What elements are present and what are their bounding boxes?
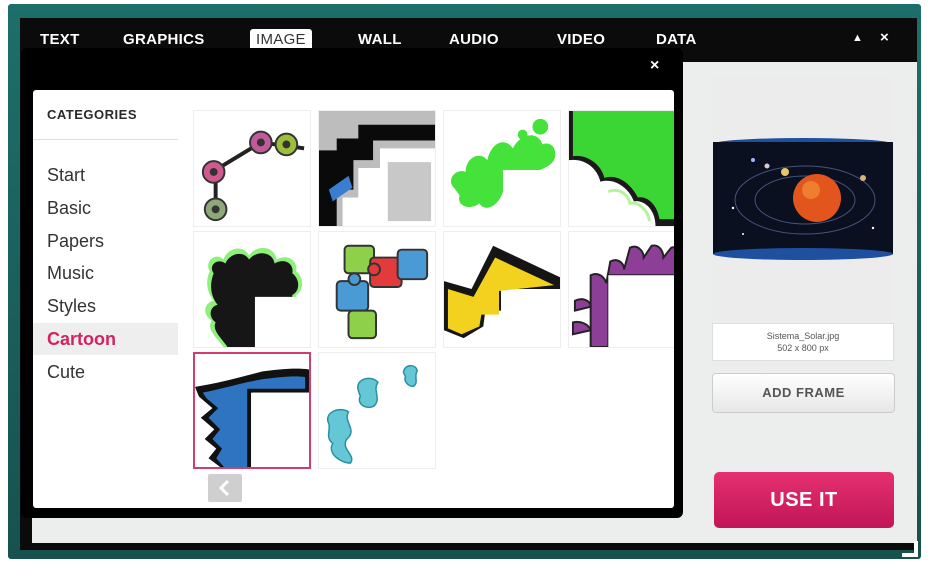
- file-name: Sistema_Solar.jpg: [766, 331, 840, 341]
- thumbnail-puzzle-pieces[interactable]: [318, 231, 436, 348]
- yellow-zigzag-corner-icon: [444, 245, 560, 347]
- thumbnail-blue-spikes-corner[interactable]: [193, 352, 311, 469]
- category-styles[interactable]: Styles: [47, 290, 178, 322]
- image-preview: [713, 138, 893, 260]
- use-it-button[interactable]: USE IT: [714, 472, 894, 528]
- thumbnail-green-splat-corner[interactable]: [443, 110, 561, 227]
- category-cartoon[interactable]: Cartoon: [33, 323, 178, 355]
- puzzle-pieces-icon: [335, 244, 429, 340]
- category-cute[interactable]: Cute: [47, 356, 178, 388]
- menu-video[interactable]: VIDEO: [557, 31, 605, 49]
- category-music[interactable]: Music: [47, 257, 178, 289]
- solar-system-image: [713, 138, 893, 260]
- categories-title: CATEGORIES: [47, 107, 137, 122]
- purple-spikes-corner-icon: [571, 244, 674, 347]
- divider: [33, 139, 178, 140]
- prev-page-button[interactable]: [208, 474, 242, 502]
- menu-data[interactable]: DATA: [656, 31, 697, 49]
- category-basic[interactable]: Basic: [47, 192, 178, 224]
- close-icon[interactable]: ×: [650, 58, 659, 74]
- resize-grip-icon[interactable]: [898, 537, 920, 559]
- image-picker-content: CATEGORIES Start Basic Papers Music Styl…: [33, 90, 674, 508]
- green-splat-corner-icon: [450, 118, 560, 226]
- blue-spikes-corner-icon: [195, 368, 309, 467]
- thumbnail-blue-swirls-corner[interactable]: [318, 352, 436, 469]
- blue-swirls-corner-icon: [326, 365, 419, 464]
- categories-sidebar: CATEGORIES Start Basic Papers Music Styl…: [33, 90, 183, 508]
- menu-text[interactable]: TEXT: [40, 31, 80, 49]
- menu-graphics[interactable]: GRAPHICS: [123, 31, 205, 49]
- chevron-left-icon: [218, 479, 230, 497]
- category-papers[interactable]: Papers: [47, 225, 178, 257]
- collapse-icon[interactable]: ▲: [852, 32, 863, 44]
- thumbnail-yellow-zigzag-corner[interactable]: [443, 231, 561, 348]
- thumbnail-black-splat-corner[interactable]: [193, 231, 311, 348]
- thumbnail-purple-spikes-corner[interactable]: [568, 231, 674, 348]
- menu-audio[interactable]: AUDIO: [449, 31, 499, 49]
- file-dimensions: 502 x 800 px: [777, 343, 829, 353]
- menu-wall[interactable]: WALL: [358, 31, 402, 49]
- file-info: Sistema_Solar.jpg 502 x 800 px: [712, 323, 894, 361]
- green-wave-corner-icon: [569, 111, 674, 226]
- buttons-chain-icon: [201, 130, 305, 222]
- add-frame-button[interactable]: ADD FRAME: [712, 373, 895, 413]
- category-start[interactable]: Start: [47, 159, 178, 191]
- thumbnail-green-wave-corner[interactable]: [568, 110, 674, 227]
- black-splat-corner-icon: [205, 247, 310, 347]
- black-gray-corner-icon: [319, 111, 435, 226]
- close-window-icon[interactable]: ×: [880, 29, 889, 46]
- thumbnail-black-gray-corner[interactable]: [318, 110, 436, 227]
- thumbnail-buttons-chain[interactable]: [193, 110, 311, 227]
